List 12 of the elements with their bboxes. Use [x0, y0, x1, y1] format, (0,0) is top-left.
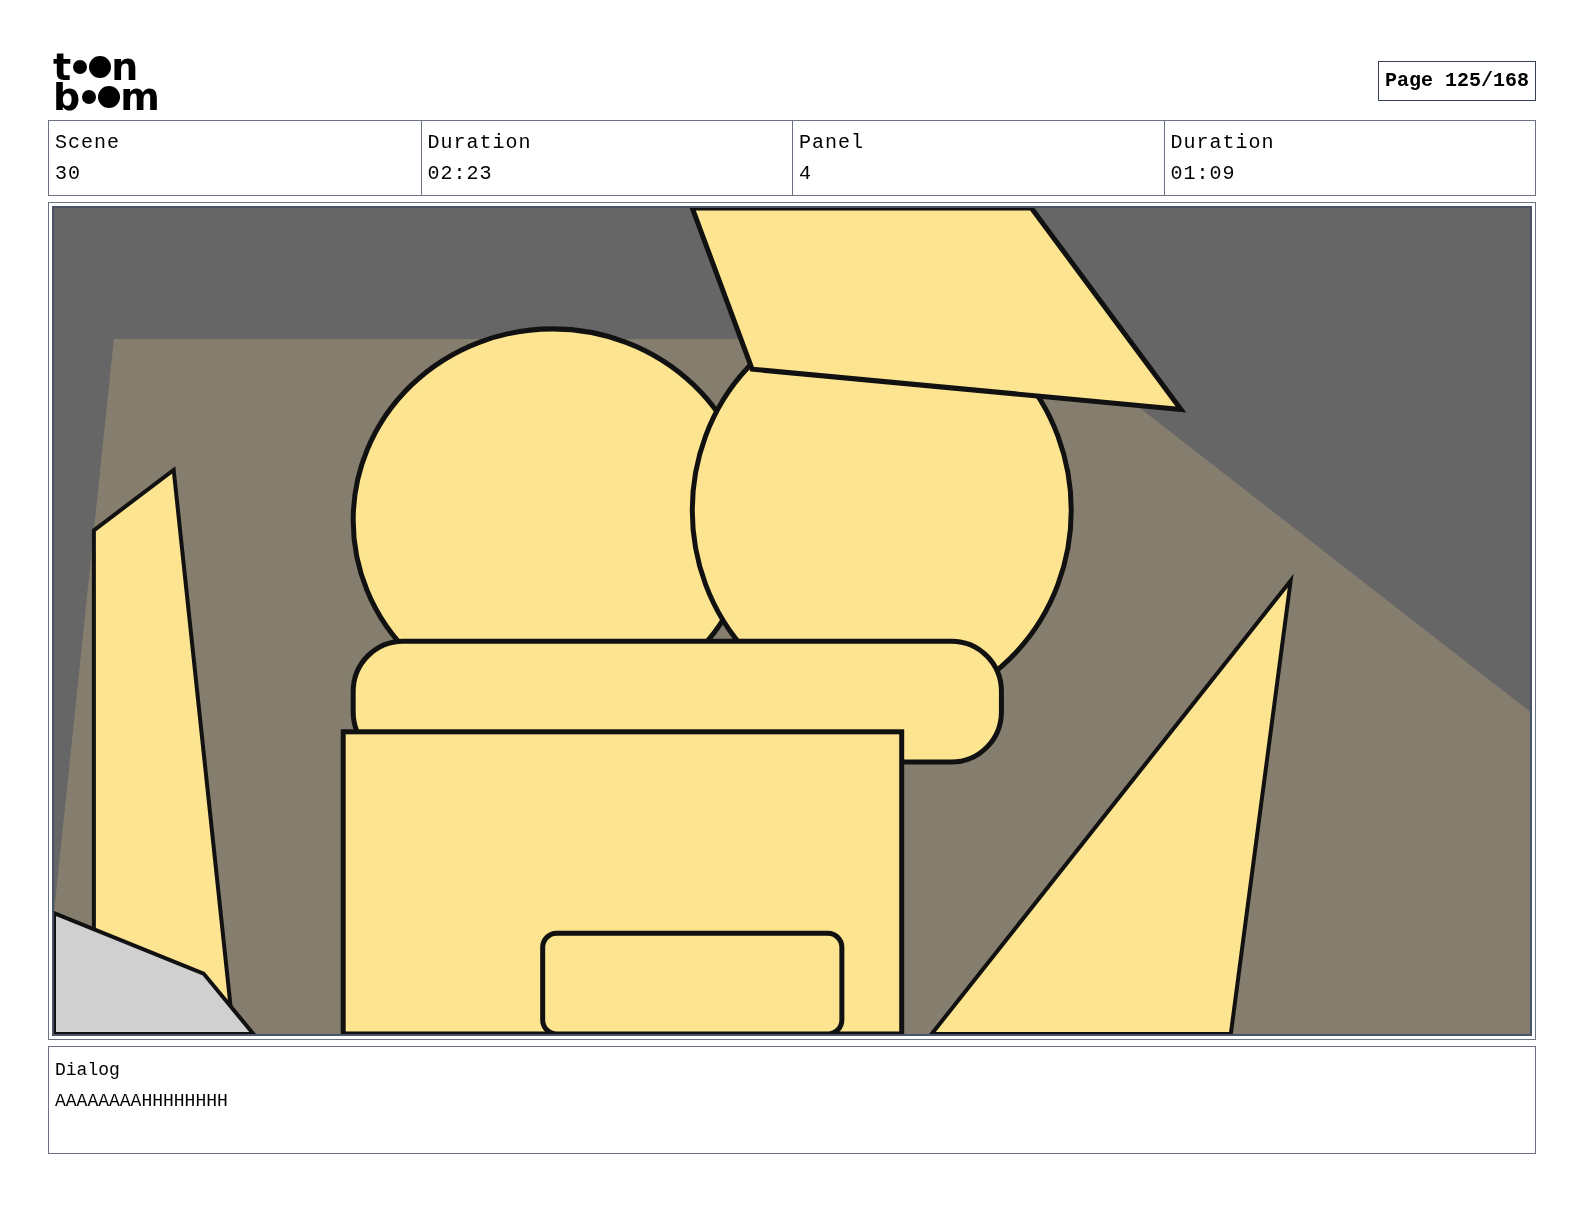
- dialog-label: Dialog: [55, 1059, 120, 1082]
- page-number: Page 125/168: [1377, 61, 1536, 101]
- field-label: Panel: [799, 130, 864, 156]
- field-label: Scene: [55, 130, 120, 156]
- field-label: Duration: [427, 130, 532, 156]
- logo: t n b m: [53, 52, 160, 112]
- field-value: 30: [55, 161, 81, 187]
- dialog-text: AAAAAAAAHHHHHHHH: [55, 1090, 228, 1113]
- field-value: 01:09: [1170, 161, 1236, 187]
- field-value: 4: [799, 161, 812, 187]
- field-value: 02:23: [427, 161, 493, 187]
- field-label: Duration: [1170, 130, 1275, 156]
